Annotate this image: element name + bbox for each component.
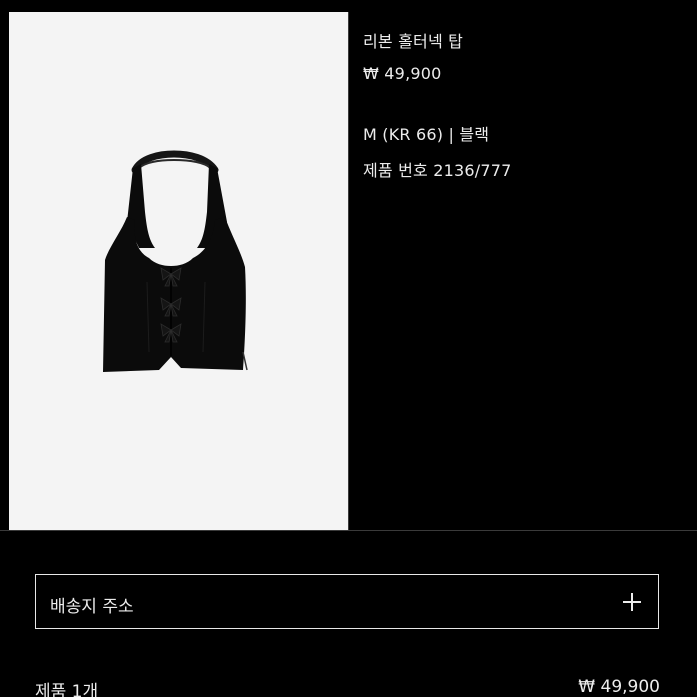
product-variant: M (KR 66) | 블랙 — [363, 125, 490, 144]
halter-vest-icon — [103, 150, 248, 372]
product-image[interactable] — [9, 12, 348, 530]
shipping-address-button[interactable]: 배송지 주소 — [35, 574, 659, 629]
item-count-label: 제품 1개 — [35, 682, 99, 697]
horizontal-divider — [0, 530, 697, 531]
vertical-divider — [348, 12, 349, 530]
shipping-address-label: 배송지 주소 — [50, 597, 134, 617]
plus-icon[interactable] — [623, 593, 641, 611]
product-number: 제품 번호 2136/777 — [363, 161, 512, 180]
order-page: 리본 홀터넥 탑 ₩ 49,900 M (KR 66) | 블랙 제품 번호 2… — [0, 0, 697, 697]
product-price: ₩ 49,900 — [363, 64, 442, 83]
total-price: ₩ 49,900 — [578, 677, 660, 697]
product-name[interactable]: 리본 홀터넥 탑 — [363, 28, 463, 52]
